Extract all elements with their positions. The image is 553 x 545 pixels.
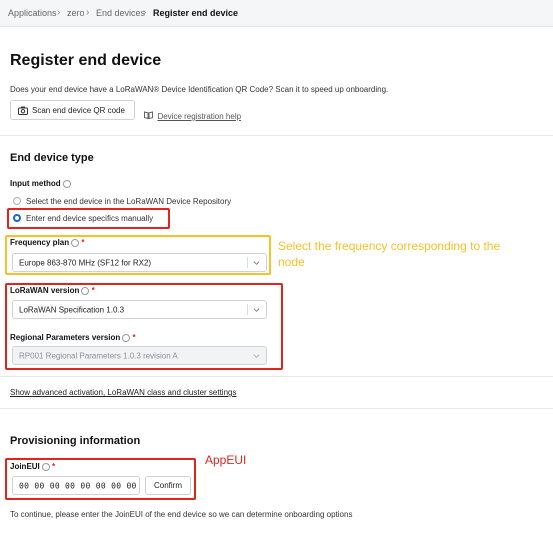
- radio-repository[interactable]: [13, 197, 21, 205]
- annotation-appeui-note: AppEUI: [205, 453, 247, 467]
- input-method-label-text: Input method: [10, 179, 61, 188]
- section-divider: [0, 135, 553, 136]
- annotation-red-box-versions: [5, 283, 283, 370]
- end-device-type-heading: End device type: [10, 152, 94, 164]
- annotation-frequency-note-line2: node: [278, 255, 305, 269]
- annotation-yellow-box: [5, 235, 271, 275]
- option-repository-label[interactable]: Select the end device in the LoRaWAN Dev…: [26, 197, 231, 206]
- advanced-settings-link[interactable]: Show advanced activation, LoRaWAN class …: [10, 388, 236, 397]
- provisioning-heading: Provisioning information: [10, 435, 141, 447]
- annotation-red-box-manual: [7, 208, 170, 229]
- join-eui-help-text: To continue, please enter the JoinEUI of…: [10, 510, 353, 519]
- breadcrumb-current: Register end device: [153, 8, 239, 18]
- scan-qr-button[interactable]: Scan end device QR code: [10, 100, 135, 120]
- page-title: Register end device: [10, 52, 162, 69]
- chevron-right-icon: ›: [86, 7, 90, 18]
- scan-qr-button-label: Scan end device QR code: [32, 105, 125, 115]
- breadcrumb-end-devices[interactable]: End devices: [96, 8, 145, 18]
- chevron-right-icon: ›: [57, 7, 61, 18]
- device-registration-help-link[interactable]: Device registration help: [144, 106, 241, 124]
- annotation-frequency-note-line1: Select the frequency corresponding to th…: [278, 239, 501, 253]
- camera-icon: [18, 106, 28, 115]
- breadcrumb-applications[interactable]: Applications: [8, 8, 57, 18]
- section-divider: [0, 376, 553, 377]
- help-link-label: Device registration help: [157, 112, 242, 121]
- book-icon: [144, 111, 153, 119]
- chevron-right-icon: ›: [143, 7, 147, 18]
- annotation-frequency-note: Select the frequency corresponding to th…: [278, 238, 500, 270]
- info-icon: [62, 179, 71, 188]
- breadcrumb-application[interactable]: zero: [67, 8, 85, 18]
- qr-prompt-text: Does your end device have a LoRaWAN® Dev…: [10, 85, 389, 94]
- input-method-label: Input method: [10, 179, 71, 188]
- breadcrumb: Applications › zero › End devices › Regi…: [0, 0, 553, 27]
- section-divider: [0, 408, 553, 409]
- annotation-red-box-joineui: [5, 458, 196, 500]
